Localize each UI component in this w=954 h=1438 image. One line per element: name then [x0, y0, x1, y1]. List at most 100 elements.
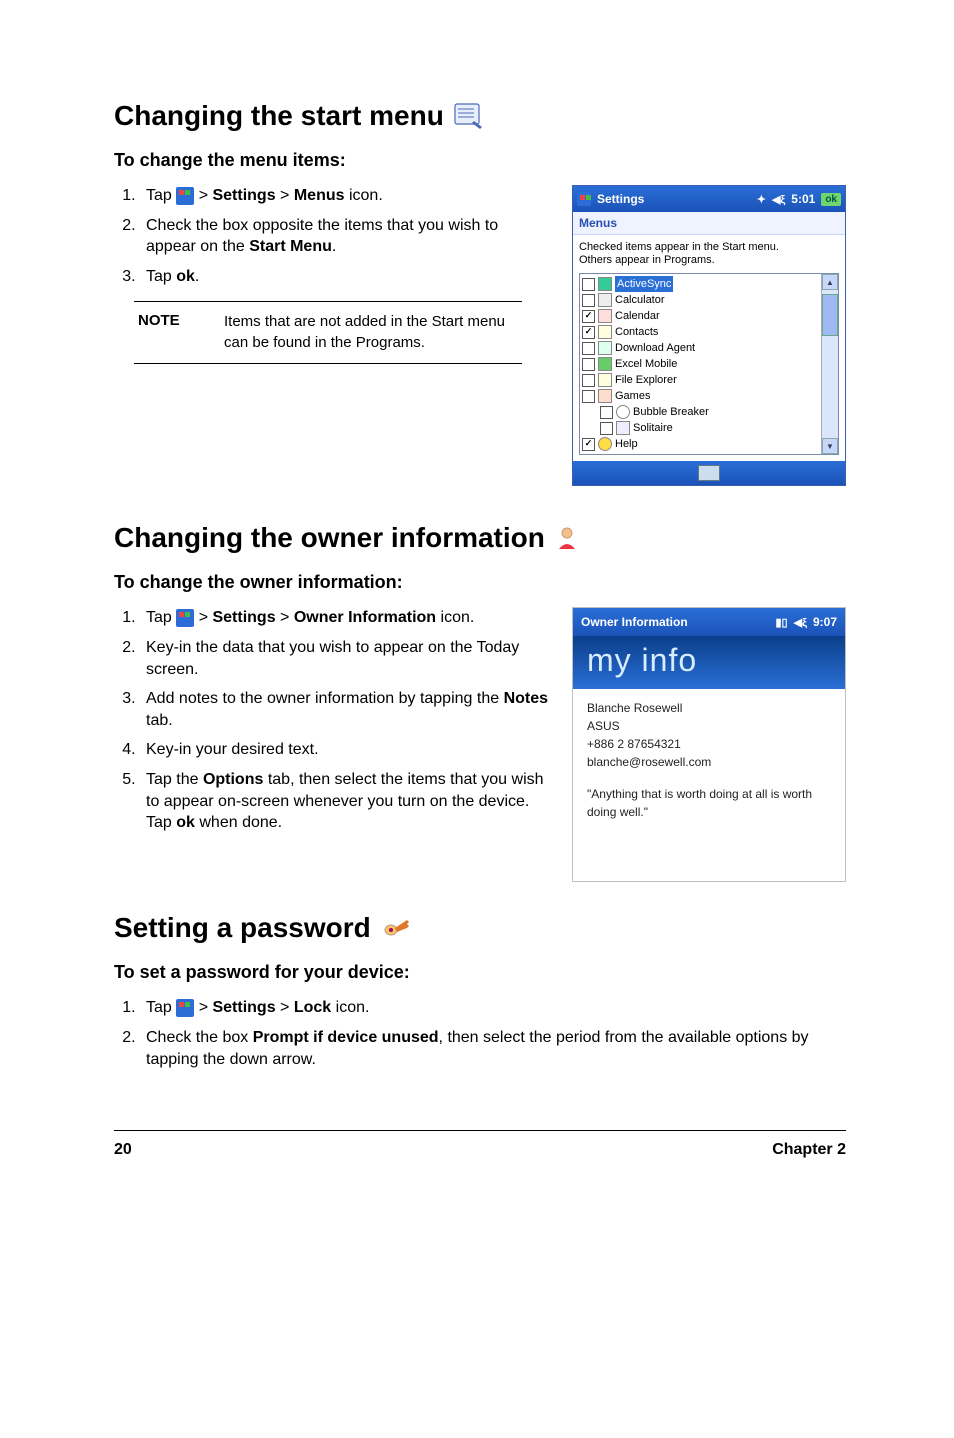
help-icon	[598, 437, 612, 451]
owner-email: blanche@rosewell.com	[587, 753, 831, 771]
owner-phone: +886 2 87654321	[587, 735, 831, 753]
fe-icon	[598, 373, 612, 387]
tree-item[interactable]: File Explorer	[582, 372, 819, 388]
tree-item-label: ActiveSync	[615, 276, 673, 292]
checkbox[interactable]	[582, 374, 595, 387]
start-flag-icon	[176, 187, 194, 205]
s1-step2: Check the box opposite the items that yo…	[140, 215, 552, 258]
start-flag-icon	[176, 609, 194, 627]
note-box: NOTE Items that are not added in the Sta…	[134, 301, 522, 364]
note-text: Items that are not added in the Start me…	[224, 312, 518, 353]
owner-quote: "Anything that is worth doing at all is …	[587, 785, 831, 821]
tree-item[interactable]: Help	[582, 436, 819, 452]
signal-icon: ✦	[757, 193, 766, 206]
s2-step1: Tap > Settings > Owner Information icon.	[140, 607, 552, 629]
chapter-label: Chapter 2	[772, 1141, 846, 1159]
ppc-desc: Checked items appear in the Start menu. …	[573, 235, 845, 269]
owner-body: Blanche Rosewell ASUS +886 2 87654321 bl…	[573, 689, 845, 881]
tree-item-label: Bubble Breaker	[633, 404, 709, 420]
s3-step1: Tap > Settings > Lock icon.	[140, 997, 846, 1019]
s1-step3: Tap ok.	[140, 266, 552, 288]
s2-step2: Key-in the data that you wish to appear …	[140, 637, 552, 680]
tree-item-label: Excel Mobile	[615, 356, 677, 372]
ppc-titlebar: Settings ✦ ◀ξ 5:01 ok	[573, 186, 845, 212]
tree-item[interactable]: ActiveSync	[582, 276, 819, 292]
lock-heading-icon	[381, 916, 411, 940]
cont-icon	[598, 325, 612, 339]
owner-heading-icon	[555, 525, 579, 551]
ppc-tree[interactable]: ActiveSyncCalculatorCalendarContactsDown…	[580, 274, 821, 454]
section-title-owner: Changing the owner information	[114, 522, 846, 554]
checkbox[interactable]	[582, 438, 595, 451]
scroll-up-icon[interactable]: ▲	[822, 274, 838, 290]
tree-item-label: Solitaire	[633, 420, 673, 436]
cal-icon	[598, 309, 612, 323]
start-flag-icon	[176, 999, 194, 1017]
section1-subtitle: To change the menu items:	[114, 150, 846, 171]
ppc-start-icon[interactable]	[577, 192, 591, 206]
volume-icon[interactable]: ◀ξ	[772, 193, 785, 206]
s2-step4: Key-in your desired text.	[140, 739, 552, 761]
tree-item-label: Calendar	[615, 308, 660, 324]
scroll-thumb[interactable]	[822, 294, 838, 336]
section-title-password: Setting a password	[114, 912, 846, 944]
checkbox[interactable]	[600, 422, 613, 435]
checkbox[interactable]	[582, 278, 595, 291]
my-info-header: my info	[573, 636, 845, 689]
checkbox[interactable]	[582, 358, 595, 371]
tree-item[interactable]: Download Agent	[582, 340, 819, 356]
tree-item-label: Contacts	[615, 324, 658, 340]
tree-item[interactable]: Excel Mobile	[582, 356, 819, 372]
ppc2-time: 9:07	[813, 615, 837, 629]
ppc-bottom-bar	[573, 461, 845, 485]
sol-icon	[616, 421, 630, 435]
tree-item[interactable]: Calculator	[582, 292, 819, 308]
owner-name: Blanche Rosewell	[587, 699, 831, 717]
tree-item[interactable]: Calendar	[582, 308, 819, 324]
checkbox[interactable]	[582, 342, 595, 355]
owner-company: ASUS	[587, 717, 831, 735]
ppc-title: Settings	[597, 192, 644, 206]
checkbox[interactable]	[582, 326, 595, 339]
dl-icon	[598, 341, 612, 355]
tree-item-label: Help	[615, 436, 638, 452]
keyboard-icon[interactable]	[698, 465, 720, 481]
tree-item[interactable]: Games	[582, 388, 819, 404]
ppc2-titlebar: Owner Information ▮▯ ◀ξ 9:07	[573, 608, 845, 636]
scrollbar[interactable]: ▲ ▼	[821, 274, 838, 454]
page-footer: 20 Chapter 2	[114, 1130, 846, 1159]
ok-button[interactable]: ok	[821, 193, 841, 206]
section3-title: Setting a password	[114, 912, 371, 944]
s2-step5: Tap the Options tab, then select the ite…	[140, 769, 552, 834]
calc-icon	[598, 293, 612, 307]
tree-item-label: Download Agent	[615, 340, 695, 356]
section3-subtitle: To set a password for your device:	[114, 962, 846, 983]
section1-title: Changing the start menu	[114, 100, 444, 132]
signal-icon: ▮▯	[776, 616, 788, 629]
scroll-down-icon[interactable]: ▼	[822, 438, 838, 454]
games-icon	[598, 389, 612, 403]
tree-item-label: Calculator	[615, 292, 665, 308]
bub-icon	[616, 405, 630, 419]
tree-item[interactable]: Contacts	[582, 324, 819, 340]
s2-step3: Add notes to the owner information by ta…	[140, 688, 552, 731]
checkbox[interactable]	[582, 294, 595, 307]
note-label: NOTE	[138, 312, 196, 353]
tree-item[interactable]: Solitaire	[582, 420, 819, 436]
checkbox[interactable]	[582, 390, 595, 403]
ppc-time: 5:01	[791, 192, 815, 206]
checkbox[interactable]	[582, 310, 595, 323]
s1-step1: Tap > Settings > Menus icon.	[140, 185, 552, 207]
checkbox[interactable]	[600, 406, 613, 419]
tree-item-label: File Explorer	[615, 372, 677, 388]
s3-step2: Check the box Prompt if device unused, t…	[140, 1027, 846, 1070]
screenshot-settings-menus: Settings ✦ ◀ξ 5:01 ok Menus Checked item…	[572, 185, 846, 486]
tree-item-label: Games	[615, 388, 650, 404]
screenshot-owner-info: Owner Information ▮▯ ◀ξ 9:07 my info Bla…	[572, 607, 846, 882]
sync-icon	[598, 277, 612, 291]
section-title-start-menu: Changing the start menu	[114, 100, 846, 132]
volume-icon[interactable]: ◀ξ	[794, 616, 807, 629]
menus-heading-icon	[454, 103, 484, 129]
page-number: 20	[114, 1141, 132, 1159]
tree-item[interactable]: Bubble Breaker	[582, 404, 819, 420]
